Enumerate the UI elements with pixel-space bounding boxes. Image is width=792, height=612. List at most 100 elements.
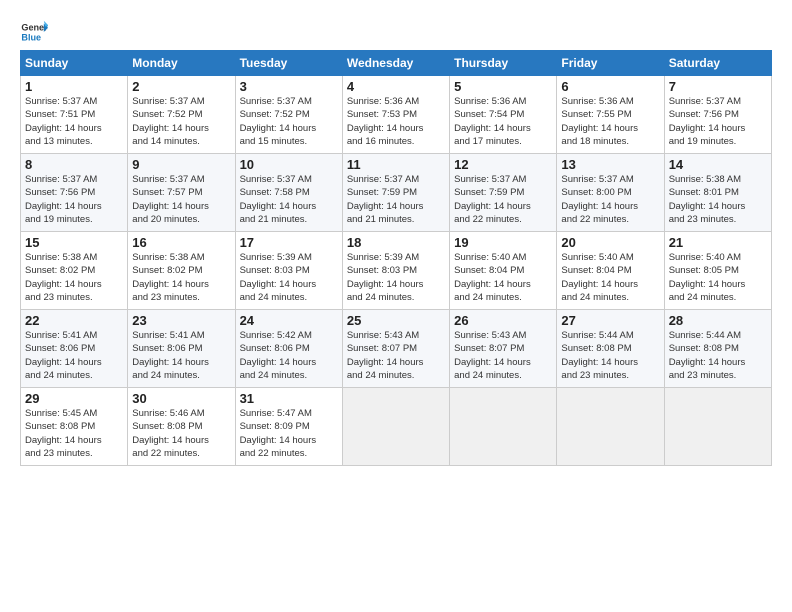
calendar-cell: 17Sunrise: 5:39 AM Sunset: 8:03 PM Dayli… [235,232,342,310]
calendar-cell: 25Sunrise: 5:43 AM Sunset: 8:07 PM Dayli… [342,310,449,388]
day-number: 17 [240,235,338,250]
calendar-cell: 6Sunrise: 5:36 AM Sunset: 7:55 PM Daylig… [557,76,664,154]
calendar-cell: 24Sunrise: 5:42 AM Sunset: 8:06 PM Dayli… [235,310,342,388]
day-number: 9 [132,157,230,172]
day-info: Sunrise: 5:38 AM Sunset: 8:01 PM Dayligh… [669,173,767,226]
calendar-cell: 18Sunrise: 5:39 AM Sunset: 8:03 PM Dayli… [342,232,449,310]
day-info: Sunrise: 5:40 AM Sunset: 8:04 PM Dayligh… [561,251,659,304]
day-number: 30 [132,391,230,406]
day-number: 5 [454,79,552,94]
calendar-week-1: 1Sunrise: 5:37 AM Sunset: 7:51 PM Daylig… [21,76,772,154]
day-info: Sunrise: 5:37 AM Sunset: 7:56 PM Dayligh… [25,173,123,226]
calendar-cell: 26Sunrise: 5:43 AM Sunset: 8:07 PM Dayli… [450,310,557,388]
day-info: Sunrise: 5:45 AM Sunset: 8:08 PM Dayligh… [25,407,123,460]
day-number: 27 [561,313,659,328]
calendar-cell: 15Sunrise: 5:38 AM Sunset: 8:02 PM Dayli… [21,232,128,310]
calendar-cell: 27Sunrise: 5:44 AM Sunset: 8:08 PM Dayli… [557,310,664,388]
day-number: 21 [669,235,767,250]
day-info: Sunrise: 5:42 AM Sunset: 8:06 PM Dayligh… [240,329,338,382]
day-info: Sunrise: 5:43 AM Sunset: 8:07 PM Dayligh… [347,329,445,382]
day-number: 14 [669,157,767,172]
day-info: Sunrise: 5:38 AM Sunset: 8:02 PM Dayligh… [25,251,123,304]
page-container: General Blue Sunday Monday Tuesday Wedne… [0,0,792,476]
calendar-cell: 5Sunrise: 5:36 AM Sunset: 7:54 PM Daylig… [450,76,557,154]
day-number: 2 [132,79,230,94]
col-friday: Friday [557,51,664,76]
col-saturday: Saturday [664,51,771,76]
day-number: 31 [240,391,338,406]
day-info: Sunrise: 5:36 AM Sunset: 7:55 PM Dayligh… [561,95,659,148]
day-number: 29 [25,391,123,406]
day-number: 16 [132,235,230,250]
calendar-table: Sunday Monday Tuesday Wednesday Thursday… [20,50,772,466]
calendar-cell: 7Sunrise: 5:37 AM Sunset: 7:56 PM Daylig… [664,76,771,154]
day-number: 13 [561,157,659,172]
calendar-cell: 8Sunrise: 5:37 AM Sunset: 7:56 PM Daylig… [21,154,128,232]
day-info: Sunrise: 5:39 AM Sunset: 8:03 PM Dayligh… [240,251,338,304]
day-info: Sunrise: 5:47 AM Sunset: 8:09 PM Dayligh… [240,407,338,460]
svg-text:Blue: Blue [21,32,41,42]
calendar-cell [557,388,664,466]
calendar-cell: 11Sunrise: 5:37 AM Sunset: 7:59 PM Dayli… [342,154,449,232]
day-number: 22 [25,313,123,328]
calendar-cell: 31Sunrise: 5:47 AM Sunset: 8:09 PM Dayli… [235,388,342,466]
calendar-cell: 10Sunrise: 5:37 AM Sunset: 7:58 PM Dayli… [235,154,342,232]
logo-icon: General Blue [20,18,48,46]
day-number: 23 [132,313,230,328]
calendar-cell: 21Sunrise: 5:40 AM Sunset: 8:05 PM Dayli… [664,232,771,310]
day-info: Sunrise: 5:41 AM Sunset: 8:06 PM Dayligh… [25,329,123,382]
day-info: Sunrise: 5:37 AM Sunset: 8:00 PM Dayligh… [561,173,659,226]
calendar-cell: 23Sunrise: 5:41 AM Sunset: 8:06 PM Dayli… [128,310,235,388]
day-info: Sunrise: 5:37 AM Sunset: 7:59 PM Dayligh… [347,173,445,226]
calendar-cell: 12Sunrise: 5:37 AM Sunset: 7:59 PM Dayli… [450,154,557,232]
calendar-cell: 29Sunrise: 5:45 AM Sunset: 8:08 PM Dayli… [21,388,128,466]
header-row: Sunday Monday Tuesday Wednesday Thursday… [21,51,772,76]
day-info: Sunrise: 5:36 AM Sunset: 7:54 PM Dayligh… [454,95,552,148]
calendar-cell: 22Sunrise: 5:41 AM Sunset: 8:06 PM Dayli… [21,310,128,388]
day-number: 12 [454,157,552,172]
calendar-cell [450,388,557,466]
header: General Blue [20,16,772,46]
calendar-cell: 16Sunrise: 5:38 AM Sunset: 8:02 PM Dayli… [128,232,235,310]
calendar-week-2: 8Sunrise: 5:37 AM Sunset: 7:56 PM Daylig… [21,154,772,232]
day-info: Sunrise: 5:36 AM Sunset: 7:53 PM Dayligh… [347,95,445,148]
day-number: 15 [25,235,123,250]
day-info: Sunrise: 5:46 AM Sunset: 8:08 PM Dayligh… [132,407,230,460]
col-thursday: Thursday [450,51,557,76]
day-number: 26 [454,313,552,328]
calendar-cell: 13Sunrise: 5:37 AM Sunset: 8:00 PM Dayli… [557,154,664,232]
day-number: 7 [669,79,767,94]
calendar-cell: 30Sunrise: 5:46 AM Sunset: 8:08 PM Dayli… [128,388,235,466]
calendar-cell: 19Sunrise: 5:40 AM Sunset: 8:04 PM Dayli… [450,232,557,310]
day-info: Sunrise: 5:37 AM Sunset: 7:52 PM Dayligh… [240,95,338,148]
day-info: Sunrise: 5:39 AM Sunset: 8:03 PM Dayligh… [347,251,445,304]
calendar-cell: 28Sunrise: 5:44 AM Sunset: 8:08 PM Dayli… [664,310,771,388]
col-wednesday: Wednesday [342,51,449,76]
day-number: 6 [561,79,659,94]
day-number: 10 [240,157,338,172]
col-sunday: Sunday [21,51,128,76]
calendar-week-3: 15Sunrise: 5:38 AM Sunset: 8:02 PM Dayli… [21,232,772,310]
day-number: 3 [240,79,338,94]
calendar-cell: 20Sunrise: 5:40 AM Sunset: 8:04 PM Dayli… [557,232,664,310]
day-info: Sunrise: 5:37 AM Sunset: 7:57 PM Dayligh… [132,173,230,226]
calendar-cell: 1Sunrise: 5:37 AM Sunset: 7:51 PM Daylig… [21,76,128,154]
calendar-cell: 4Sunrise: 5:36 AM Sunset: 7:53 PM Daylig… [342,76,449,154]
logo: General Blue [20,18,52,46]
day-info: Sunrise: 5:43 AM Sunset: 8:07 PM Dayligh… [454,329,552,382]
day-number: 8 [25,157,123,172]
day-info: Sunrise: 5:38 AM Sunset: 8:02 PM Dayligh… [132,251,230,304]
day-number: 25 [347,313,445,328]
calendar-cell: 2Sunrise: 5:37 AM Sunset: 7:52 PM Daylig… [128,76,235,154]
day-info: Sunrise: 5:37 AM Sunset: 7:56 PM Dayligh… [669,95,767,148]
day-info: Sunrise: 5:37 AM Sunset: 7:59 PM Dayligh… [454,173,552,226]
day-number: 28 [669,313,767,328]
day-number: 11 [347,157,445,172]
day-number: 20 [561,235,659,250]
day-number: 18 [347,235,445,250]
day-info: Sunrise: 5:44 AM Sunset: 8:08 PM Dayligh… [561,329,659,382]
day-info: Sunrise: 5:40 AM Sunset: 8:05 PM Dayligh… [669,251,767,304]
calendar-cell: 3Sunrise: 5:37 AM Sunset: 7:52 PM Daylig… [235,76,342,154]
calendar-cell [342,388,449,466]
calendar-cell [664,388,771,466]
